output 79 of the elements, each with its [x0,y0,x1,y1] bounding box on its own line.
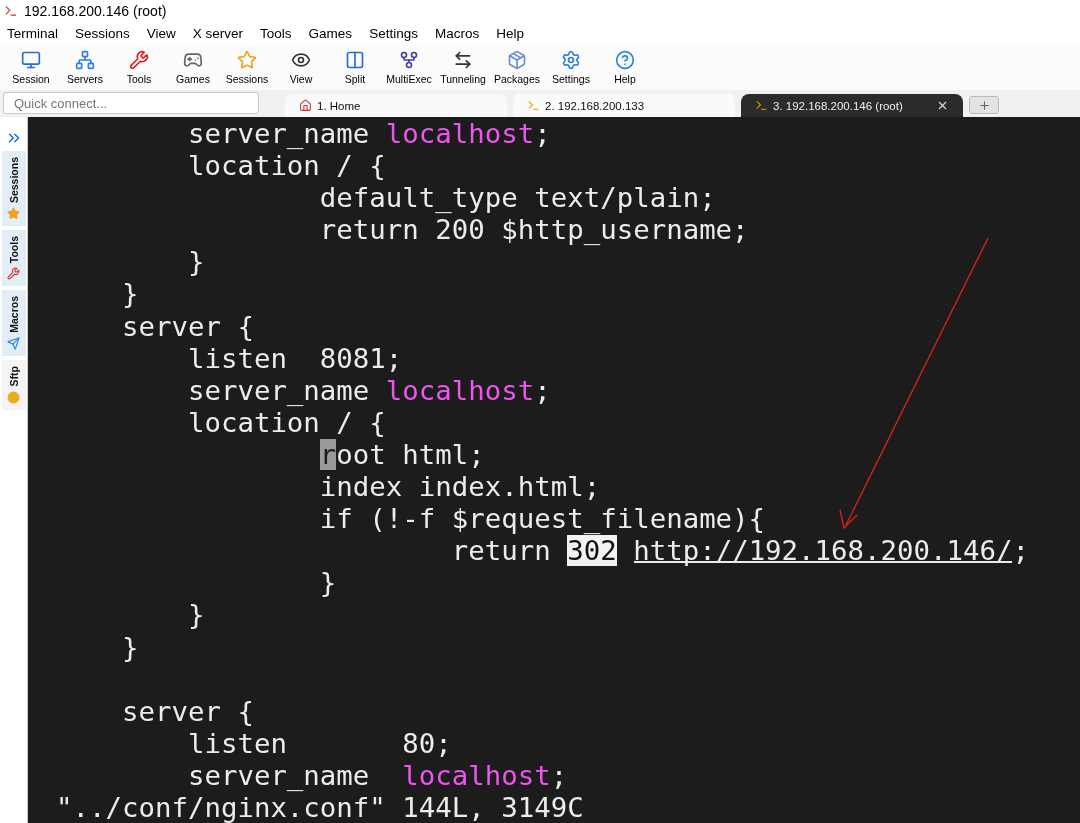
toolbar-button[interactable]: Split [328,45,382,89]
code-line: default_type text/plain; [318,182,717,215]
tab[interactable]: 3. 192.168.200.146 (root) [741,94,963,117]
arrows-icon [453,49,473,70]
sidebar-tab-label: Tools [7,236,20,264]
code-line: } [120,278,140,311]
home-icon [299,99,312,112]
menu-item[interactable]: Macros [431,25,488,41]
terminal-area[interactable] [28,117,1080,823]
toolbar-button[interactable]: Help [598,45,652,89]
code-line: location / { [186,406,387,439]
settings-icon [561,49,581,70]
tab[interactable]: 1. Home [285,94,507,117]
toolbar-button[interactable]: Tunneling [436,45,490,89]
tools-icon [129,49,149,70]
menu-item[interactable]: Help [493,25,532,41]
code-line: server_name localhost; [186,118,552,151]
split-icon [345,49,365,70]
code-line: listen 8081; [186,342,404,375]
code-line: root html; [318,438,486,472]
sidebar-tab[interactable]: Macros [1,290,26,357]
tab-label: 2. 192.168.200.133 [545,99,646,112]
monitor-icon [21,49,41,70]
code-line: index index.html; [318,471,602,504]
toolbar-button[interactable]: Sessions [220,45,274,89]
toolbar-button[interactable]: View [274,45,328,89]
menu-item[interactable]: Tools [257,25,300,41]
code-line: server { [120,695,255,728]
fork-icon [399,49,419,70]
toolbar-button[interactable]: MultiExec [382,45,436,89]
code-line: } [186,599,206,632]
network-icon [75,49,95,70]
menu-item[interactable]: Terminal [4,25,66,41]
package-icon [507,49,527,70]
app-icon [4,4,18,18]
plus-icon [977,98,991,112]
circle-icon [7,390,20,404]
sidebar-tab-label: Sftp [7,366,20,387]
terminal-icon [755,99,768,112]
code-line: if (!-f $request_filename){ [318,503,767,536]
help-icon [615,49,635,70]
star-icon [7,207,20,221]
quick-connect-field[interactable]: Quick connect... [3,92,259,114]
code-line: } [318,567,338,600]
window-title: 192.168.200.146 (root) [24,3,167,19]
code-line: server_name localhost; [186,759,569,792]
close-icon[interactable] [936,99,949,112]
terminal-icon [527,99,540,112]
toolbar-button[interactable]: Settings [544,45,598,89]
toolbar-button[interactable]: Games [166,45,220,89]
toolbar-button[interactable]: Packages [490,45,544,89]
tab-label: 1. Home [317,99,362,112]
new-tab-button[interactable] [969,96,999,114]
code-line: server_name localhost; [186,374,552,407]
code-line: server { [120,310,255,343]
menu-item[interactable]: Settings [366,25,426,41]
code-line: } [186,246,206,279]
sidebar-tab[interactable]: Sftp [1,360,26,410]
sidebar-tab-label: Sessions [7,157,20,204]
toolbar-button[interactable]: Tools [112,45,166,89]
menu-item[interactable]: Sessions [72,25,138,41]
code-line: listen 80; [186,727,453,760]
toolbar-button[interactable]: Servers [58,45,112,89]
menu-item[interactable]: X server [189,25,252,41]
sidebar-tab-label: Macros [7,296,20,334]
toolbar-button[interactable]: Session [4,45,58,89]
paper-plane-icon [7,337,20,351]
sidebar-tab[interactable]: Sessions [1,151,26,227]
sidebar-tab[interactable]: Tools [1,230,26,287]
code-line: "../conf/nginx.conf" 144L, 3149C [55,791,585,823]
code-line: } [120,631,140,664]
code-line: location / { [186,150,387,183]
code-line: return 200 $http_username; [318,214,750,247]
tab[interactable]: 2. 192.168.200.133 [513,94,735,117]
menu-item[interactable]: View [143,25,184,41]
star-icon [237,49,257,70]
tools-icon [7,267,20,281]
tab-label: 3. 192.168.200.146 (root) [773,99,904,112]
menu-item[interactable]: Games [305,25,361,41]
